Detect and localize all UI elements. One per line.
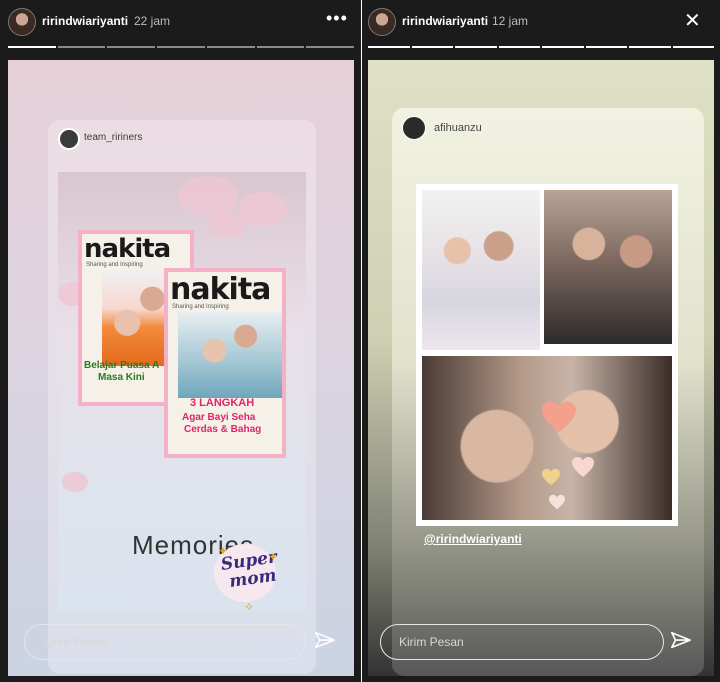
progress-segment [368, 46, 410, 48]
magazine-subline: Masa Kini [98, 372, 145, 383]
progress-segment [585, 46, 627, 48]
heart-icon [548, 494, 566, 510]
reply-input[interactable]: Kirim Pesan [24, 624, 306, 660]
collage-photo [544, 190, 672, 344]
story-progress [368, 46, 714, 48]
send-icon[interactable] [670, 630, 692, 652]
story-time: 12 jam [492, 14, 529, 28]
story-header: ririndwiariyanti 22 jam ••• [0, 0, 362, 44]
magazine-cover-inner: nakita Sharing and Inspiring 3 LANGKAH A… [168, 272, 282, 454]
story-viewer-left: ririndwiariyanti 22 jam ••• team_ririner… [0, 0, 362, 682]
send-icon[interactable] [314, 630, 336, 652]
story-header: ririndwiariyanti 12 jam ✕ [362, 0, 720, 44]
reposted-story-card[interactable]: team_ririners nakita Sharing and Inspiri… [48, 120, 316, 674]
story-username[interactable]: ririndwiariyanti [402, 14, 488, 28]
progress-segment [629, 46, 671, 48]
sparkle-icon: ✦ [218, 544, 229, 558]
magazine-cover: nakita Sharing and Inspiring 3 LANGKAH A… [164, 268, 286, 458]
more-horizontal-icon[interactable]: ••• [326, 8, 348, 29]
progress-segment [107, 46, 156, 48]
magazine-logo: nakita [84, 234, 171, 264]
heart-icon [540, 468, 560, 486]
progress-segment [256, 46, 305, 48]
repost-avatar [58, 128, 80, 150]
story-viewer-right: ririndwiariyanti 12 jam ✕ afihuanzu @rir… [362, 0, 720, 682]
magazine-photo [178, 312, 282, 398]
reply-placeholder: Kirim Pesan [43, 635, 108, 649]
magazine-logo: nakita [170, 272, 271, 307]
progress-segment [306, 46, 355, 48]
collage-photo [422, 356, 672, 520]
sparkle-icon: ✧ [244, 600, 255, 614]
magazine-headline: Belajar Puasa A [84, 360, 160, 371]
reply-input[interactable]: Kirim Pesan [380, 624, 664, 660]
avatar[interactable] [368, 8, 396, 36]
heart-icon [570, 456, 594, 477]
magazine-subline: Cerdas & Bahag [184, 424, 262, 435]
progress-segment [157, 46, 205, 48]
heart-icon [540, 400, 576, 433]
progress-segment [455, 46, 497, 48]
progress-segment [411, 46, 453, 48]
story-username[interactable]: ririndwiariyanti [42, 14, 128, 28]
reposted-story-card[interactable]: afihuanzu @ririndwiariyanti [392, 108, 704, 676]
magazine-subline: Agar Bayi Seha [182, 412, 256, 423]
story-content[interactable]: afihuanzu @ririndwiariyanti [368, 60, 714, 676]
magazine-tagline: Sharing and Inspiring [86, 262, 143, 268]
repost-username: team_ririners [84, 132, 143, 143]
progress-segment [206, 46, 255, 48]
sparkle-icon: ✦ [268, 550, 279, 564]
repost-username: afihuanzu [434, 122, 482, 134]
avatar[interactable] [8, 8, 36, 36]
reply-placeholder: Kirim Pesan [399, 635, 464, 649]
magazine-tagline: Sharing and Inspiring [172, 304, 229, 310]
story-progress [8, 46, 355, 48]
progress-segment [542, 46, 584, 48]
progress-segment [498, 46, 540, 48]
repost-avatar [402, 116, 426, 140]
magazine-headline: 3 LANGKAH [190, 397, 255, 409]
collage-photo [422, 190, 540, 350]
progress-segment [672, 46, 714, 48]
story-time: 22 jam [134, 14, 171, 28]
story-content[interactable]: team_ririners nakita Sharing and Inspiri… [8, 60, 354, 676]
progress-segment [8, 46, 56, 48]
close-icon[interactable]: ✕ [684, 8, 701, 33]
progress-segment [57, 46, 106, 48]
mention-tag[interactable]: @ririndwiariyanti [424, 532, 522, 546]
